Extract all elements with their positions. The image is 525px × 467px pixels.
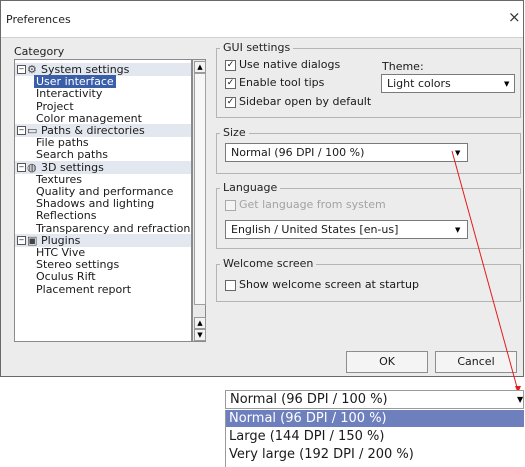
size-option-normal[interactable]: Normal (96 DPI / 100 %) — [226, 410, 524, 427]
size-popup-value: Normal (96 DPI / 100 %) — [230, 392, 388, 407]
chevron-down-icon: ▼ — [517, 395, 524, 404]
size-option-very-large[interactable]: Very large (192 DPI / 200 %) — [226, 446, 524, 463]
size-option-large[interactable]: Large (144 DPI / 150 %) — [226, 428, 524, 445]
size-options-list: Normal (96 DPI / 100 %) Large (144 DPI /… — [225, 410, 524, 467]
size-popup-select[interactable]: Normal (96 DPI / 100 %) ▼ — [225, 390, 524, 409]
